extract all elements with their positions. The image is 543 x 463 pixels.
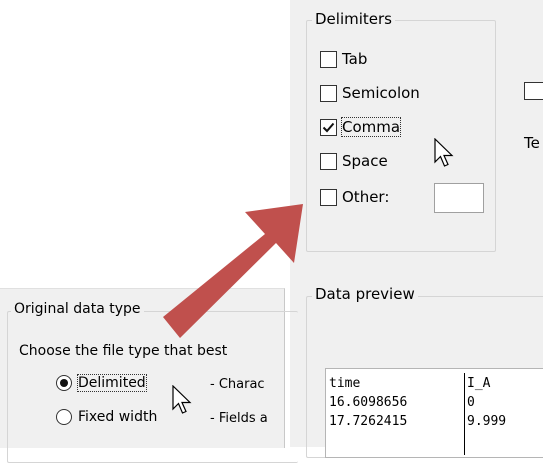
- other-input[interactable]: [434, 183, 484, 213]
- data-preview-table: time I_A 16.6098656 0 17.7262415 9.999: [325, 368, 543, 458]
- preview-cell: 9.999: [467, 414, 507, 429]
- radio-circle[interactable]: [56, 375, 72, 391]
- preview-cell: 0: [467, 395, 475, 410]
- partial-label: Te: [524, 134, 540, 152]
- delimiters-panel: Delimiters Tab Semicolon Comma Space Oth…: [290, 0, 543, 458]
- radio-circle[interactable]: [56, 409, 72, 425]
- original-data-type-panel: Original data type Choose the file type …: [0, 288, 298, 463]
- fixed-width-radio[interactable]: Fixed width: [56, 409, 157, 425]
- other-label: Other:: [342, 188, 390, 206]
- checkbox-box[interactable]: [320, 84, 337, 102]
- tab-label: Tab: [342, 50, 368, 68]
- checkbox-box[interactable]: [320, 118, 337, 136]
- checkbox-box[interactable]: [320, 188, 337, 206]
- file-type-instruction: Choose the file type that best: [19, 343, 228, 359]
- fixed-width-label: Fixed width: [78, 409, 158, 425]
- space-checkbox[interactable]: Space: [320, 152, 388, 170]
- delimited-description: - Charac: [210, 377, 265, 392]
- data-preview-legend: Data preview: [312, 285, 418, 303]
- original-data-type-legend: Original data type: [11, 301, 144, 317]
- comma-checkbox[interactable]: Comma: [320, 117, 402, 137]
- preview-header-time: time: [329, 376, 361, 391]
- preview-cell: 16.6098656: [329, 395, 408, 410]
- checkbox-box[interactable]: [320, 50, 337, 68]
- preview-column-divider: [464, 373, 465, 455]
- checkbox-box[interactable]: [320, 152, 337, 170]
- delimited-label: Delimited: [77, 374, 147, 392]
- semicolon-label: Semicolon: [342, 84, 420, 102]
- preview-row: 16.6098656 0: [326, 395, 543, 413]
- delimited-radio[interactable]: Delimited: [56, 374, 147, 392]
- partial-checkbox[interactable]: [524, 82, 543, 100]
- preview-header-row: time I_A: [326, 376, 543, 394]
- comma-label: Comma: [340, 117, 402, 137]
- fixed-width-description: - Fields a: [210, 411, 268, 426]
- checkmark-icon: [322, 122, 335, 132]
- other-checkbox[interactable]: Other:: [320, 188, 389, 206]
- preview-header-ia: I_A: [467, 376, 491, 391]
- space-label: Space: [342, 152, 388, 170]
- preview-row: 17.7262415 9.999: [326, 414, 543, 432]
- preview-cell: 17.7262415: [329, 414, 408, 429]
- mouse-cursor-icon: [172, 385, 192, 414]
- delimiters-legend: Delimiters: [312, 10, 395, 28]
- semicolon-checkbox[interactable]: Semicolon: [320, 84, 420, 102]
- tab-checkbox[interactable]: Tab: [320, 50, 367, 68]
- mouse-cursor-icon: [434, 138, 454, 167]
